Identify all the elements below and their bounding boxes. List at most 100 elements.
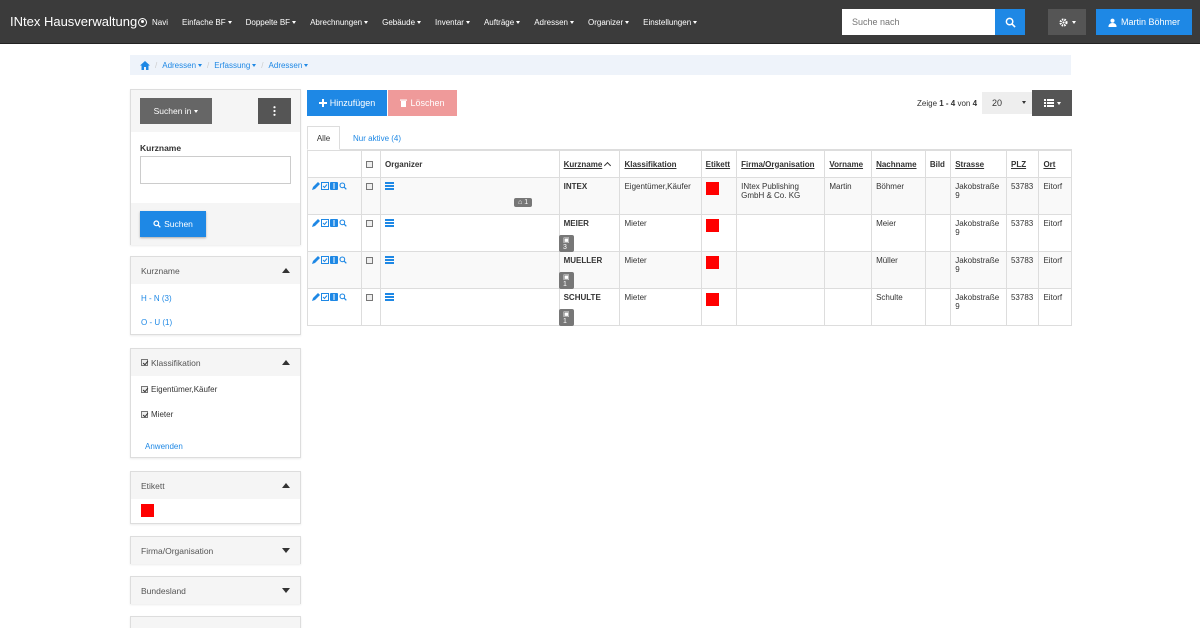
- facet-bundesland-header[interactable]: Bundesland: [131, 577, 300, 604]
- col-strasse[interactable]: Strasse: [950, 150, 1007, 178]
- col-nachname[interactable]: Nachname: [871, 150, 926, 178]
- facet-etikett-header[interactable]: Etikett: [131, 472, 300, 499]
- more-options-button[interactable]: [258, 98, 291, 124]
- search-icon[interactable]: [339, 182, 347, 190]
- tab-alle[interactable]: Alle: [307, 126, 340, 150]
- checkbox-icon[interactable]: [141, 359, 148, 366]
- organizer-badge[interactable]: ▣ 1: [559, 272, 574, 289]
- organizer-badge[interactable]: ▣ 3: [559, 235, 574, 252]
- table-row[interactable]: ▣ 1 MUELLER Mieter Müller Jakobstraße 9 …: [307, 251, 1072, 289]
- caret-down-icon: [364, 20, 369, 24]
- col-firma[interactable]: Firma/Organisation: [736, 150, 826, 178]
- checklist-icon[interactable]: [321, 256, 329, 264]
- caret-down-icon: [1056, 101, 1061, 105]
- col-kurzname[interactable]: Kurzname: [558, 150, 621, 178]
- checklist-icon[interactable]: [321, 219, 329, 227]
- global-search-input[interactable]: [842, 9, 995, 35]
- facet-kurzname-header[interactable]: Kurzname: [131, 257, 300, 284]
- checkbox-icon[interactable]: [365, 183, 373, 190]
- facet-option-eigentuemer[interactable]: Eigentümer,Käufer: [141, 385, 217, 394]
- nav-inventar[interactable]: Inventar: [435, 18, 470, 27]
- table-row[interactable]: ⌂ 1 INTEX Eigentümer,Käufer INtex Publis…: [307, 177, 1072, 215]
- search-button[interactable]: Suchen: [140, 211, 206, 237]
- global-search-button[interactable]: [995, 9, 1025, 35]
- checkbox-icon[interactable]: [365, 257, 373, 264]
- list-icon[interactable]: [385, 219, 395, 227]
- address-book-icon[interactable]: [330, 219, 338, 227]
- facet-kurzname-o-u[interactable]: O - U (1): [131, 318, 172, 327]
- search-in-button[interactable]: Suchen in: [140, 98, 212, 124]
- breadcrumb-adressen[interactable]: Adressen: [162, 61, 203, 70]
- home-icon[interactable]: [140, 60, 150, 70]
- trash-icon: [400, 99, 408, 107]
- settings-dropdown-button[interactable]: [1048, 9, 1086, 35]
- nav-doppelte-bf[interactable]: Doppelte BF: [246, 18, 297, 27]
- search-icon[interactable]: [339, 256, 347, 264]
- apply-filter-link[interactable]: Anwenden: [135, 442, 183, 451]
- list-icon[interactable]: [385, 293, 395, 301]
- col-klassifikation[interactable]: Klassifikation: [619, 150, 702, 178]
- facet-option-mieter[interactable]: Mieter: [141, 410, 173, 419]
- user-menu-button[interactable]: Martin Böhmer: [1096, 9, 1192, 35]
- col-etikett[interactable]: Etikett: [700, 150, 738, 178]
- main-menu: Navi Einfache BF Doppelte BF Abrechnunge…: [138, 0, 711, 44]
- view-mode-button[interactable]: [1032, 90, 1072, 116]
- nav-adressen[interactable]: Adressen: [534, 18, 574, 27]
- app-brand[interactable]: INtex Hausverwaltung: [10, 14, 137, 29]
- search-icon[interactable]: [339, 293, 347, 301]
- nav-organizer[interactable]: Organizer: [588, 18, 630, 27]
- col-vorname[interactable]: Vorname: [824, 150, 873, 178]
- search-icon[interactable]: [339, 219, 347, 227]
- table-row[interactable]: ▣ 1 SCHULTE Mieter Schulte Jakobstraße 9…: [307, 288, 1072, 326]
- add-button[interactable]: Hinzufügen: [307, 90, 387, 116]
- kurzname-label: Kurzname: [140, 143, 182, 153]
- nav-gebaeude[interactable]: Gebäude: [382, 18, 422, 27]
- table-row[interactable]: ▣ 3 MEIER Mieter Meier Jakobstraße 9 537…: [307, 214, 1072, 252]
- list-icon[interactable]: [385, 256, 395, 264]
- checklist-icon[interactable]: [321, 293, 329, 301]
- checklist-icon[interactable]: [321, 182, 329, 190]
- row-select[interactable]: [360, 214, 382, 252]
- select-all-checkbox[interactable]: [360, 150, 382, 178]
- facet-kurzname-h-n[interactable]: H - N (3): [131, 294, 172, 303]
- col-ort[interactable]: Ort: [1038, 150, 1072, 178]
- col-plz[interactable]: PLZ: [1005, 150, 1040, 178]
- nav-einstellungen[interactable]: Einstellungen: [643, 18, 698, 27]
- facet-klassifikation-header[interactable]: Klassifikation: [131, 349, 300, 376]
- checkbox-icon[interactable]: [365, 294, 373, 301]
- nav-auftraege[interactable]: Aufträge: [484, 18, 521, 27]
- delete-button[interactable]: Löschen: [388, 90, 457, 116]
- row-select[interactable]: [360, 288, 382, 326]
- tab-nur-aktive[interactable]: Nur aktive (4): [353, 126, 401, 150]
- address-book-icon[interactable]: [330, 256, 338, 264]
- edit-icon[interactable]: [312, 182, 320, 190]
- cell-firma: [736, 251, 826, 289]
- facet-firma-header[interactable]: Firma/Organisation: [131, 537, 300, 564]
- home-icon: ⌂: [518, 199, 523, 206]
- row-select[interactable]: [360, 177, 382, 215]
- row-select[interactable]: [360, 251, 382, 289]
- edit-icon[interactable]: [312, 293, 320, 301]
- organizer-badge[interactable]: ⌂ 1: [514, 198, 533, 207]
- breadcrumb-erfassung[interactable]: Erfassung: [214, 61, 257, 70]
- nav-navi[interactable]: Navi: [138, 17, 168, 27]
- edit-icon[interactable]: [312, 256, 320, 264]
- etikett-red-swatch[interactable]: [141, 504, 154, 517]
- nav-einfache-bf[interactable]: Einfache BF: [182, 18, 232, 27]
- checkbox-icon[interactable]: [365, 220, 373, 227]
- checkbox-icon[interactable]: [141, 411, 148, 418]
- facet-more: [130, 616, 301, 628]
- cell-firma: INtex Publishing GmbH & Co. KG: [736, 177, 826, 215]
- cell-strasse: Jakobstraße 9: [950, 251, 1007, 289]
- checkbox-icon[interactable]: [141, 386, 148, 393]
- organizer-badge[interactable]: ▣ 1: [559, 309, 574, 326]
- page-size-select[interactable]: 20: [982, 92, 1032, 114]
- list-icon[interactable]: [385, 182, 395, 190]
- breadcrumb-adressen-current[interactable]: Adressen: [269, 61, 309, 70]
- address-book-icon[interactable]: [330, 293, 338, 301]
- address-book-icon[interactable]: [330, 182, 338, 190]
- kurzname-input[interactable]: [140, 156, 291, 184]
- nav-abrechnungen[interactable]: Abrechnungen: [310, 18, 369, 27]
- edit-icon[interactable]: [312, 219, 320, 227]
- checkbox-icon[interactable]: [365, 160, 373, 168]
